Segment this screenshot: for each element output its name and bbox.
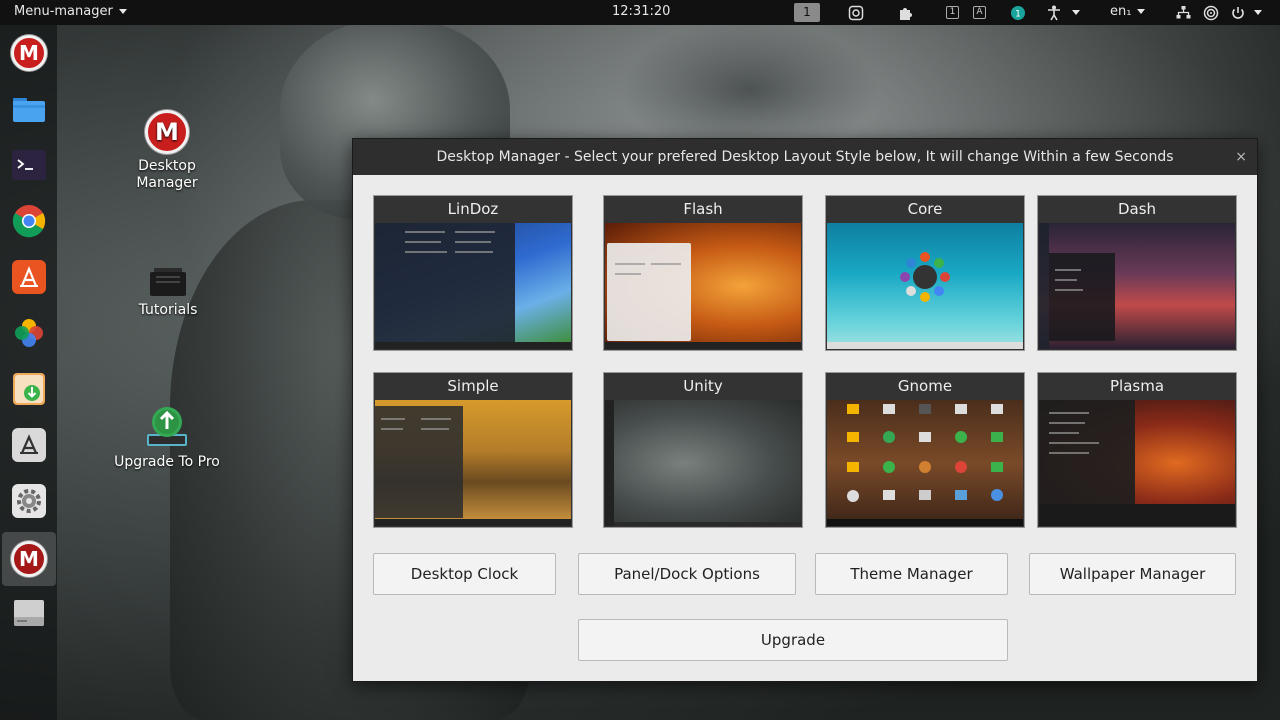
layout-preview-gnome — [827, 400, 1023, 526]
desktop-icon-upgrade-to-pro[interactable]: Upgrade To Pro — [112, 404, 222, 471]
layout-name: Simple — [374, 373, 572, 400]
screenshot-icon[interactable] — [848, 4, 864, 21]
dock-files[interactable] — [7, 87, 51, 131]
update-icon[interactable]: 1 — [1010, 4, 1026, 21]
power-chevron-icon[interactable] — [1254, 4, 1262, 21]
dock-photos[interactable] — [7, 311, 51, 355]
layout-card-flash[interactable]: Flash — [603, 195, 803, 351]
clock[interactable]: 12:31:20 — [612, 4, 670, 19]
layout-card-core[interactable]: Core — [825, 195, 1025, 351]
wallpaper-manager-button[interactable]: Wallpaper Manager — [1029, 553, 1236, 595]
layout-card-simple[interactable]: Simple — [373, 372, 573, 528]
dock-drive[interactable] — [7, 591, 51, 635]
desktop-icon-label: Upgrade To Pro — [114, 454, 220, 470]
tutorial-book-icon — [150, 268, 186, 296]
panel-dock-options-button[interactable]: Panel/Dock Options — [578, 553, 796, 595]
folder-icon — [13, 98, 45, 122]
layout-preview-unity — [605, 400, 801, 526]
extensions-icon[interactable] — [897, 4, 913, 21]
workspace-indicator[interactable]: 1 — [794, 3, 820, 22]
chevron-down-icon — [1137, 9, 1146, 14]
layout-preview-dash — [1039, 223, 1235, 349]
layout-preview-flash — [605, 223, 801, 349]
layout-name: LinDoz — [374, 196, 572, 223]
layout-name: Core — [826, 196, 1024, 223]
photos-icon — [15, 319, 43, 347]
desktop-manager-dialog: Desktop Manager - Select your prefered D… — [352, 138, 1258, 682]
close-button[interactable]: × — [1235, 139, 1247, 175]
chrome-icon — [12, 205, 46, 238]
desktop-icon-label: Desktop Manager — [136, 158, 198, 191]
dock-desktop-manager-active[interactable]: M — [2, 532, 56, 586]
svg-text:1: 1 — [1015, 9, 1021, 19]
layout-name: Plasma — [1038, 373, 1236, 400]
accessibility-icon[interactable] — [1047, 4, 1061, 21]
layout-card-plasma[interactable]: Plasma — [1037, 372, 1237, 528]
layout-preview-core — [827, 223, 1023, 349]
keyboard-indicator-1[interactable]: 1 — [946, 4, 959, 21]
layout-preview-plasma — [1039, 400, 1235, 526]
theme-manager-button[interactable]: Theme Manager — [815, 553, 1008, 595]
layout-card-lindoz[interactable]: LinDoz — [373, 195, 573, 351]
upgrade-button[interactable]: Upgrade — [578, 619, 1008, 661]
desktop-icon-tutorials[interactable]: Tutorials — [113, 262, 223, 319]
gear-icon — [12, 484, 46, 518]
dock: M M — [0, 25, 57, 720]
dialog-title: Desktop Manager - Select your prefered D… — [436, 149, 1174, 165]
dock-downloader[interactable] — [7, 367, 51, 411]
language-selector[interactable]: en₁ — [1110, 4, 1146, 19]
terminal-icon — [12, 150, 46, 180]
desktop-clock-button[interactable]: Desktop Clock — [373, 553, 556, 595]
layout-name: Flash — [604, 196, 802, 223]
menu-manager-label: Menu-manager — [14, 4, 113, 19]
keyboard-indicator-a[interactable]: A — [973, 4, 986, 21]
upgrade-icon — [147, 407, 187, 446]
network-icon[interactable] — [1176, 4, 1191, 21]
layout-name: Gnome — [826, 373, 1024, 400]
app-center-icon — [12, 260, 46, 294]
dock-chrome[interactable] — [7, 199, 51, 243]
layout-preview-lindoz — [375, 223, 571, 349]
power-icon[interactable] — [1230, 4, 1246, 21]
top-panel: Menu-manager 12:31:20 1 1 A 1 en₁ — [0, 0, 1280, 25]
dock-app-center[interactable] — [7, 255, 51, 299]
chevron-down-icon — [118, 9, 127, 14]
dialog-titlebar[interactable]: Desktop Manager - Select your prefered D… — [353, 139, 1257, 175]
menu-manager-button[interactable]: Menu-manager — [14, 4, 127, 19]
desktop-icon-desktop-manager[interactable]: M Desktop Manager — [112, 110, 222, 192]
layout-name: Dash — [1038, 196, 1236, 223]
layout-preview-simple — [375, 400, 571, 526]
dock-appgrid[interactable] — [7, 423, 51, 467]
language-label: en₁ — [1110, 4, 1132, 19]
megaman-logo-icon: M — [145, 110, 189, 154]
dock-terminal[interactable] — [7, 143, 51, 187]
megaman-logo-icon: M — [11, 35, 47, 71]
layout-name: Unity — [604, 373, 802, 400]
drive-icon — [14, 600, 44, 626]
layout-card-dash[interactable]: Dash — [1037, 195, 1237, 351]
accessibility-chevron-icon[interactable] — [1072, 4, 1080, 21]
download-icon — [13, 373, 45, 405]
layout-card-gnome[interactable]: Gnome — [825, 372, 1025, 528]
layout-card-unity[interactable]: Unity — [603, 372, 803, 528]
dock-settings[interactable] — [7, 479, 51, 523]
sound-icon[interactable] — [1203, 4, 1219, 21]
dock-desktop-manager[interactable]: M — [7, 31, 51, 75]
desktop-icon-label: Tutorials — [138, 302, 198, 318]
appgrid-icon — [12, 428, 46, 462]
megaman-logo-icon: M — [11, 541, 47, 577]
